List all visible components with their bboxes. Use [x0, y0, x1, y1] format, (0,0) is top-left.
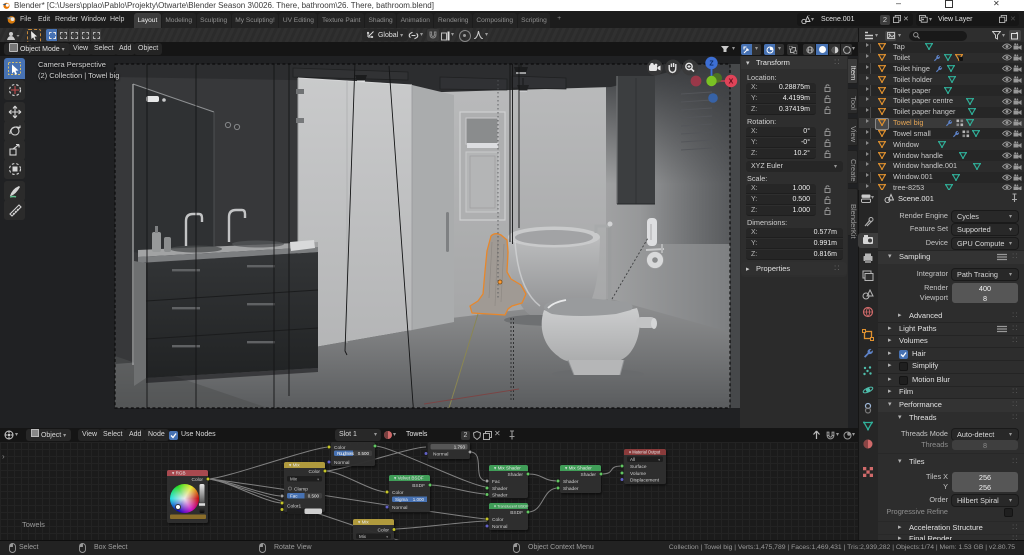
svg-text:Fac: Fac	[290, 493, 298, 498]
svg-text:Normal: Normal	[334, 460, 349, 466]
svg-text:Volume: Volume	[630, 471, 646, 477]
svg-text:▾ Mix Shader: ▾ Mix Shader	[494, 466, 521, 471]
svg-text:0.500: 0.500	[308, 493, 320, 498]
svg-text:BSDF: BSDF	[510, 510, 523, 516]
svg-text:Normal: Normal	[433, 452, 448, 458]
svg-text:Shader: Shader	[508, 472, 524, 478]
svg-text:All: All	[630, 457, 635, 462]
svg-text:BSDF: BSDF	[412, 483, 425, 489]
svg-text:▾ RGB: ▾ RGB	[172, 471, 186, 476]
svg-text:Roughness: Roughness	[337, 451, 355, 456]
svg-text:▾ Velvet BSDF: ▾ Velvet BSDF	[394, 476, 424, 481]
svg-text:X: X	[729, 79, 734, 86]
svg-text:Color: Color	[392, 490, 404, 496]
svg-text:Mix: Mix	[359, 534, 367, 539]
svg-text:Shader: Shader	[581, 472, 597, 478]
svg-text:Color: Color	[378, 527, 390, 533]
svg-text:Fac: Fac	[492, 479, 501, 485]
svg-text:Color1: Color1	[287, 503, 301, 509]
svg-text:Color: Color	[492, 517, 504, 523]
svg-text:Color: Color	[309, 469, 321, 475]
svg-text:▾: ▾	[386, 535, 388, 539]
svg-text:Sigma: Sigma	[395, 497, 408, 502]
svg-text:Clamp: Clamp	[294, 486, 308, 492]
svg-text:Mix: Mix	[290, 476, 298, 481]
svg-text:Shader: Shader	[563, 486, 579, 492]
svg-text:Normal: Normal	[492, 524, 507, 530]
svg-text:Color: Color	[192, 477, 204, 483]
svg-text:▾: ▾	[658, 458, 660, 462]
svg-text:▾ Translucent BSDF: ▾ Translucent BSDF	[494, 504, 529, 509]
svg-text:Displacement: Displacement	[630, 478, 660, 484]
svg-text:0.500: 0.500	[358, 451, 370, 456]
svg-text:▾ Mix Shader: ▾ Mix Shader	[565, 466, 592, 471]
svg-text:▾ Mix: ▾ Mix	[289, 463, 300, 468]
svg-text:▾ Mix: ▾ Mix	[358, 520, 369, 525]
svg-text:▾: ▾	[317, 477, 319, 481]
svg-text:▾ Material Output: ▾ Material Output	[629, 450, 661, 455]
svg-text:Z: Z	[709, 61, 714, 68]
svg-text:Shader: Shader	[563, 479, 579, 485]
svg-text:Surface: Surface	[630, 464, 647, 470]
svg-text:Shader: Shader	[492, 486, 508, 492]
svg-text:1.000: 1.000	[413, 497, 425, 502]
svg-text:Shader: Shader	[492, 493, 508, 499]
svg-text:1.793: 1.793	[454, 444, 466, 449]
svg-text:Normal: Normal	[392, 505, 407, 511]
